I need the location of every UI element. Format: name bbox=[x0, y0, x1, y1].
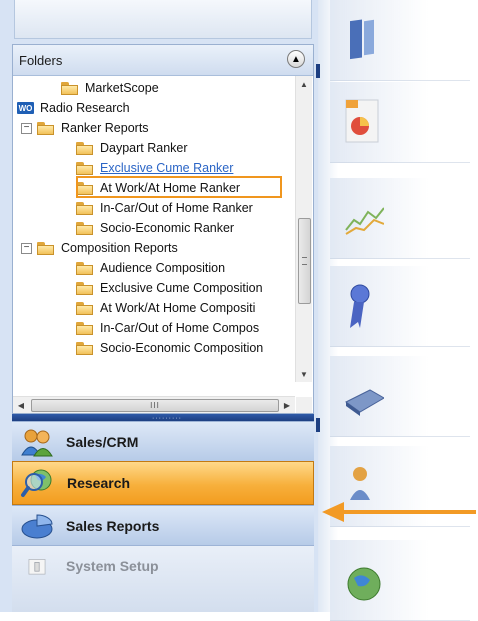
tree-item-in-car-out-of-home-ranker[interactable]: In-Car/Out of Home Ranker bbox=[76, 198, 255, 218]
nav-button-system-setup[interactable]: System Setup bbox=[12, 545, 314, 612]
horizontal-scrollbar[interactable]: ◀ III ▶ bbox=[13, 396, 295, 413]
tree-item-label: In-Car/Out of Home Ranker bbox=[100, 201, 253, 215]
folder-icon bbox=[76, 201, 93, 215]
tree-item-label: Composition Reports bbox=[61, 241, 178, 255]
tree-item-composition-reports[interactable]: − Composition Reports bbox=[21, 238, 180, 258]
report-chart-icon bbox=[345, 99, 379, 143]
pie-chart-icon bbox=[21, 513, 53, 538]
shortcut-tile[interactable] bbox=[330, 178, 470, 259]
tree-item-label: Radio Research bbox=[40, 101, 130, 115]
collapse-marker-icon[interactable] bbox=[316, 64, 320, 78]
pane-splitter[interactable]: ········· bbox=[12, 414, 314, 422]
scroll-down-icon[interactable]: ▼ bbox=[296, 366, 312, 382]
folder-icon bbox=[76, 301, 93, 315]
nav-button-sales-crm[interactable]: Sales/CRM bbox=[12, 421, 314, 461]
tree-item-socio-economic-composition[interactable]: Socio-Economic Composition bbox=[76, 338, 265, 358]
award-ribbon-icon bbox=[350, 284, 370, 328]
tree-item-daypart-ranker[interactable]: Daypart Ranker bbox=[76, 138, 190, 158]
tree-item-in-car-out-of-home-composition[interactable]: In-Car/Out of Home Compos bbox=[76, 318, 261, 338]
tree-item-marketscope[interactable]: MarketScope bbox=[61, 78, 161, 98]
tree-item-label: Daypart Ranker bbox=[100, 141, 188, 155]
tree-item-label: Socio-Economic Ranker bbox=[100, 221, 235, 235]
nav-label: System Setup bbox=[66, 558, 159, 574]
folder-icon bbox=[37, 241, 54, 255]
tree-item-exclusive-cume-ranker[interactable]: Exclusive Cume Ranker bbox=[76, 158, 235, 178]
wo-logo-icon: WO bbox=[17, 102, 34, 114]
scroll-up-icon[interactable]: ▲ bbox=[296, 76, 312, 92]
tree-item-label: Audience Composition bbox=[100, 261, 226, 275]
magnifier-globe-icon bbox=[21, 469, 52, 497]
tree-item-label: Exclusive Cume Composition bbox=[100, 281, 263, 295]
folder-icon bbox=[76, 321, 93, 335]
tree-item-label: At Work/At Home Compositi bbox=[100, 301, 256, 315]
settings-icon bbox=[28, 559, 46, 575]
grip-icon bbox=[302, 257, 307, 265]
vertical-scrollbar[interactable]: ▲ ▼ bbox=[295, 76, 312, 382]
tree-item-socio-economic-ranker[interactable]: Socio-Economic Ranker bbox=[76, 218, 236, 238]
folder-icon bbox=[76, 281, 93, 295]
tree-item-label: In-Car/Out of Home Compos bbox=[100, 321, 260, 335]
scroll-right-icon[interactable]: ▶ bbox=[279, 397, 295, 413]
tree-item-exclusive-cume-composition[interactable]: Exclusive Cume Composition bbox=[76, 278, 265, 298]
navigation-panel: Folders ▲ MarketScope WO Radio Research … bbox=[0, 0, 319, 612]
nav-label: Sales/CRM bbox=[66, 433, 139, 450]
folder-icon bbox=[37, 121, 54, 135]
chevron-up-icon[interactable]: ▲ bbox=[287, 50, 305, 68]
folder-icon bbox=[76, 341, 93, 355]
folders-header: Folders ▲ bbox=[13, 45, 313, 76]
folder-icon bbox=[76, 221, 93, 235]
folder-icon bbox=[76, 261, 93, 275]
collapse-marker-icon[interactable] bbox=[316, 418, 320, 432]
tree-item-label: Ranker Reports bbox=[61, 121, 149, 135]
book-icon bbox=[345, 389, 384, 416]
collapse-node-icon[interactable]: − bbox=[21, 122, 32, 134]
folder-tree: MarketScope WO Radio Research − Ranker R… bbox=[13, 76, 295, 382]
tree-item-audience-composition[interactable]: Audience Composition bbox=[76, 258, 227, 278]
folder-icon bbox=[61, 81, 78, 95]
scroll-left-icon[interactable]: ◀ bbox=[13, 397, 29, 413]
folders-title: Folders bbox=[19, 53, 63, 68]
nav-button-sales-reports[interactable]: Sales Reports bbox=[12, 505, 314, 545]
folder-icon bbox=[76, 161, 93, 175]
nav-label: Sales Reports bbox=[66, 517, 160, 534]
tree-item-label: Socio-Economic Composition bbox=[100, 341, 264, 355]
tree-item-radio-research[interactable]: WO Radio Research bbox=[17, 98, 132, 118]
scroll-corner bbox=[296, 397, 312, 413]
folders-pane: Folders ▲ MarketScope WO Radio Research … bbox=[12, 44, 314, 414]
trend-line-icon bbox=[345, 207, 384, 235]
people-icon bbox=[21, 429, 53, 456]
books-icon bbox=[350, 19, 374, 60]
tree-item-label: Exclusive Cume Ranker bbox=[100, 161, 234, 175]
tree-item-at-work-at-home-composition[interactable]: At Work/At Home Compositi bbox=[76, 298, 257, 318]
shortcut-tile[interactable] bbox=[330, 356, 470, 437]
collapse-node-icon[interactable]: − bbox=[21, 242, 32, 254]
shortcut-tile[interactable] bbox=[330, 540, 470, 621]
folder-icon bbox=[76, 141, 93, 155]
globe-icon bbox=[347, 567, 381, 601]
arrow-left-icon bbox=[322, 502, 476, 522]
panel-top-area bbox=[14, 0, 312, 39]
shortcut-tile[interactable] bbox=[330, 82, 470, 163]
shortcut-tile[interactable] bbox=[330, 0, 470, 81]
nav-label: Research bbox=[67, 475, 131, 491]
tree-item-ranker-reports[interactable]: − Ranker Reports bbox=[21, 118, 151, 138]
selection-highlight bbox=[76, 176, 282, 198]
tree-item-label: MarketScope bbox=[85, 81, 159, 95]
horizontal-scroll-thumb[interactable]: III bbox=[31, 399, 279, 412]
vertical-scroll-thumb[interactable] bbox=[298, 218, 311, 304]
nav-button-research[interactable]: Research bbox=[12, 461, 314, 505]
shortcut-tile[interactable] bbox=[330, 266, 470, 347]
